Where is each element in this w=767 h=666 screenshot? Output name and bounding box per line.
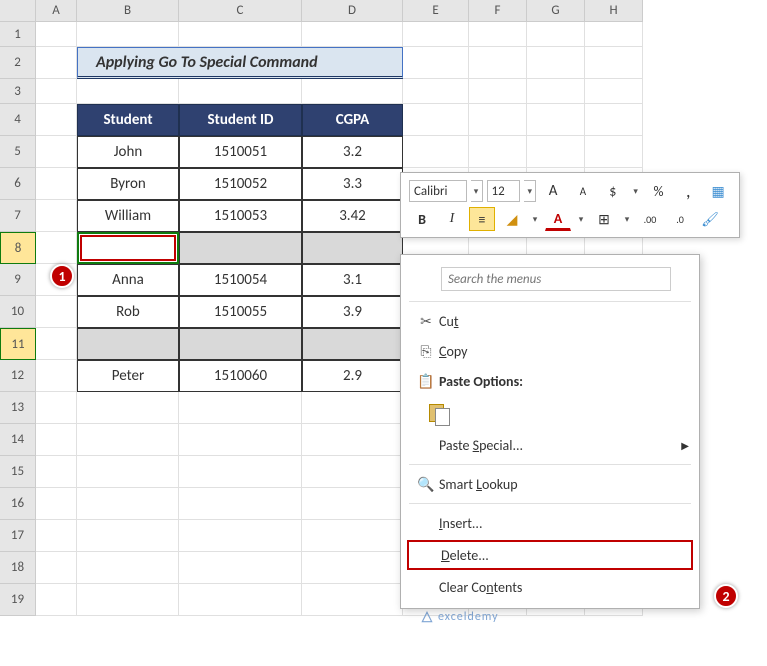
col-header-a[interactable]: A — [36, 0, 77, 22]
row-header-18[interactable]: 18 — [0, 552, 36, 584]
col-header-c[interactable]: C — [179, 0, 302, 22]
col-header-e[interactable]: E — [403, 0, 469, 22]
row-header-10[interactable]: 10 — [0, 296, 36, 328]
col-header-f[interactable]: F — [469, 0, 527, 22]
borders-icon[interactable]: ⊞ — [591, 207, 617, 231]
fontsize-select[interactable]: 12 — [487, 180, 521, 202]
callout-2: 2 — [714, 584, 738, 608]
format-painter-icon[interactable]: 🖌 — [697, 207, 723, 231]
percent-icon[interactable]: % — [646, 179, 672, 203]
borders-dropdown-icon[interactable]: ▾ — [621, 208, 633, 230]
copy-icon: ⎘ — [413, 343, 439, 360]
decrease-font-icon[interactable]: A — [570, 179, 596, 203]
row-header-3[interactable]: 3 — [0, 79, 36, 104]
row-header-9[interactable]: 9 — [0, 264, 36, 296]
table-format-icon[interactable]: ▦ — [705, 179, 731, 203]
watermark: exceldemy — [420, 610, 499, 624]
currency-dropdown-icon[interactable]: ▾ — [630, 180, 642, 202]
col-header-h[interactable]: H — [585, 0, 643, 22]
row-header-5[interactable]: 5 — [0, 136, 36, 168]
row-header-7[interactable]: 7 — [0, 200, 36, 232]
increase-font-icon[interactable]: A — [540, 179, 566, 203]
fill-color-icon[interactable]: ◢ — [499, 207, 525, 231]
align-center-icon[interactable]: ≡ — [469, 207, 495, 231]
comma-icon[interactable]: , — [675, 179, 701, 203]
row-header-2[interactable]: 2 — [0, 47, 36, 79]
title-cell[interactable]: Applying Go To Special Command — [77, 47, 403, 79]
col-header-d[interactable]: D — [302, 0, 403, 22]
col-header-b[interactable]: B — [77, 0, 179, 22]
bold-button[interactable]: B — [409, 207, 435, 231]
delete-item[interactable]: Delete... — [407, 540, 693, 570]
italic-button[interactable]: I — [439, 207, 465, 231]
clear-contents-item[interactable]: Clear Contents — [401, 572, 699, 602]
size-dropdown-icon[interactable]: ▾ — [524, 180, 536, 202]
row-header-12[interactable]: 12 — [0, 360, 36, 392]
font-dropdown-icon[interactable]: ▾ — [471, 180, 483, 202]
submenu-arrow-icon: ▶ — [681, 439, 689, 452]
callout-1: 1 — [50, 264, 74, 288]
mini-toolbar: Calibri▾ 12▾ A A $▾ % , ▦ B I ≡ ◢▾ A▾ ⊞▾… — [400, 172, 740, 238]
lookup-icon: 🔍 — [413, 476, 439, 493]
currency-icon[interactable]: $ — [600, 179, 626, 203]
col-cgpa[interactable]: CGPA — [302, 104, 403, 136]
row-header-4[interactable]: 4 — [0, 104, 36, 136]
row-header-16[interactable]: 16 — [0, 488, 36, 520]
paste-icon: 📋 — [413, 373, 439, 390]
cut-item[interactable]: ✂Cut — [401, 306, 699, 336]
row-header-19[interactable]: 19 — [0, 584, 36, 616]
menu-search-input[interactable] — [441, 267, 671, 291]
cut-icon: ✂ — [413, 313, 439, 330]
row-header-6[interactable]: 6 — [0, 168, 36, 200]
row-header-14[interactable]: 14 — [0, 424, 36, 456]
active-cell-b8[interactable] — [77, 232, 179, 264]
fill-dropdown-icon[interactable]: ▾ — [529, 208, 541, 230]
context-menu: ✂Cut ⎘Copy 📋Paste Options: Paste Special… — [400, 254, 700, 609]
font-color-icon[interactable]: A — [545, 207, 571, 231]
insert-item[interactable]: Insert... — [401, 508, 699, 538]
font-select[interactable]: Calibri — [409, 180, 467, 202]
decimal-inc-icon[interactable]: .00 — [637, 207, 663, 231]
row-header-17[interactable]: 17 — [0, 520, 36, 552]
row-header-11[interactable]: 11 — [0, 328, 36, 360]
row-header-8[interactable]: 8 — [0, 232, 36, 264]
select-all-corner[interactable] — [0, 0, 36, 22]
col-header-g[interactable]: G — [527, 0, 585, 22]
smart-lookup-item[interactable]: 🔍Smart Lookup — [401, 469, 699, 499]
fontcolor-dropdown-icon[interactable]: ▾ — [575, 208, 587, 230]
row-header-15[interactable]: 15 — [0, 456, 36, 488]
decimal-dec-icon[interactable]: .0 — [667, 207, 693, 231]
paste-options-item[interactable]: 📋Paste Options: — [401, 366, 699, 396]
copy-item[interactable]: ⎘Copy — [401, 336, 699, 366]
row-header-13[interactable]: 13 — [0, 392, 36, 424]
row-header-1[interactable]: 1 — [0, 22, 36, 47]
col-student[interactable]: Student — [77, 104, 179, 136]
paste-option-icon[interactable] — [429, 401, 451, 425]
paste-special-item[interactable]: Paste Special...▶ — [401, 430, 699, 460]
col-id[interactable]: Student ID — [179, 104, 302, 136]
